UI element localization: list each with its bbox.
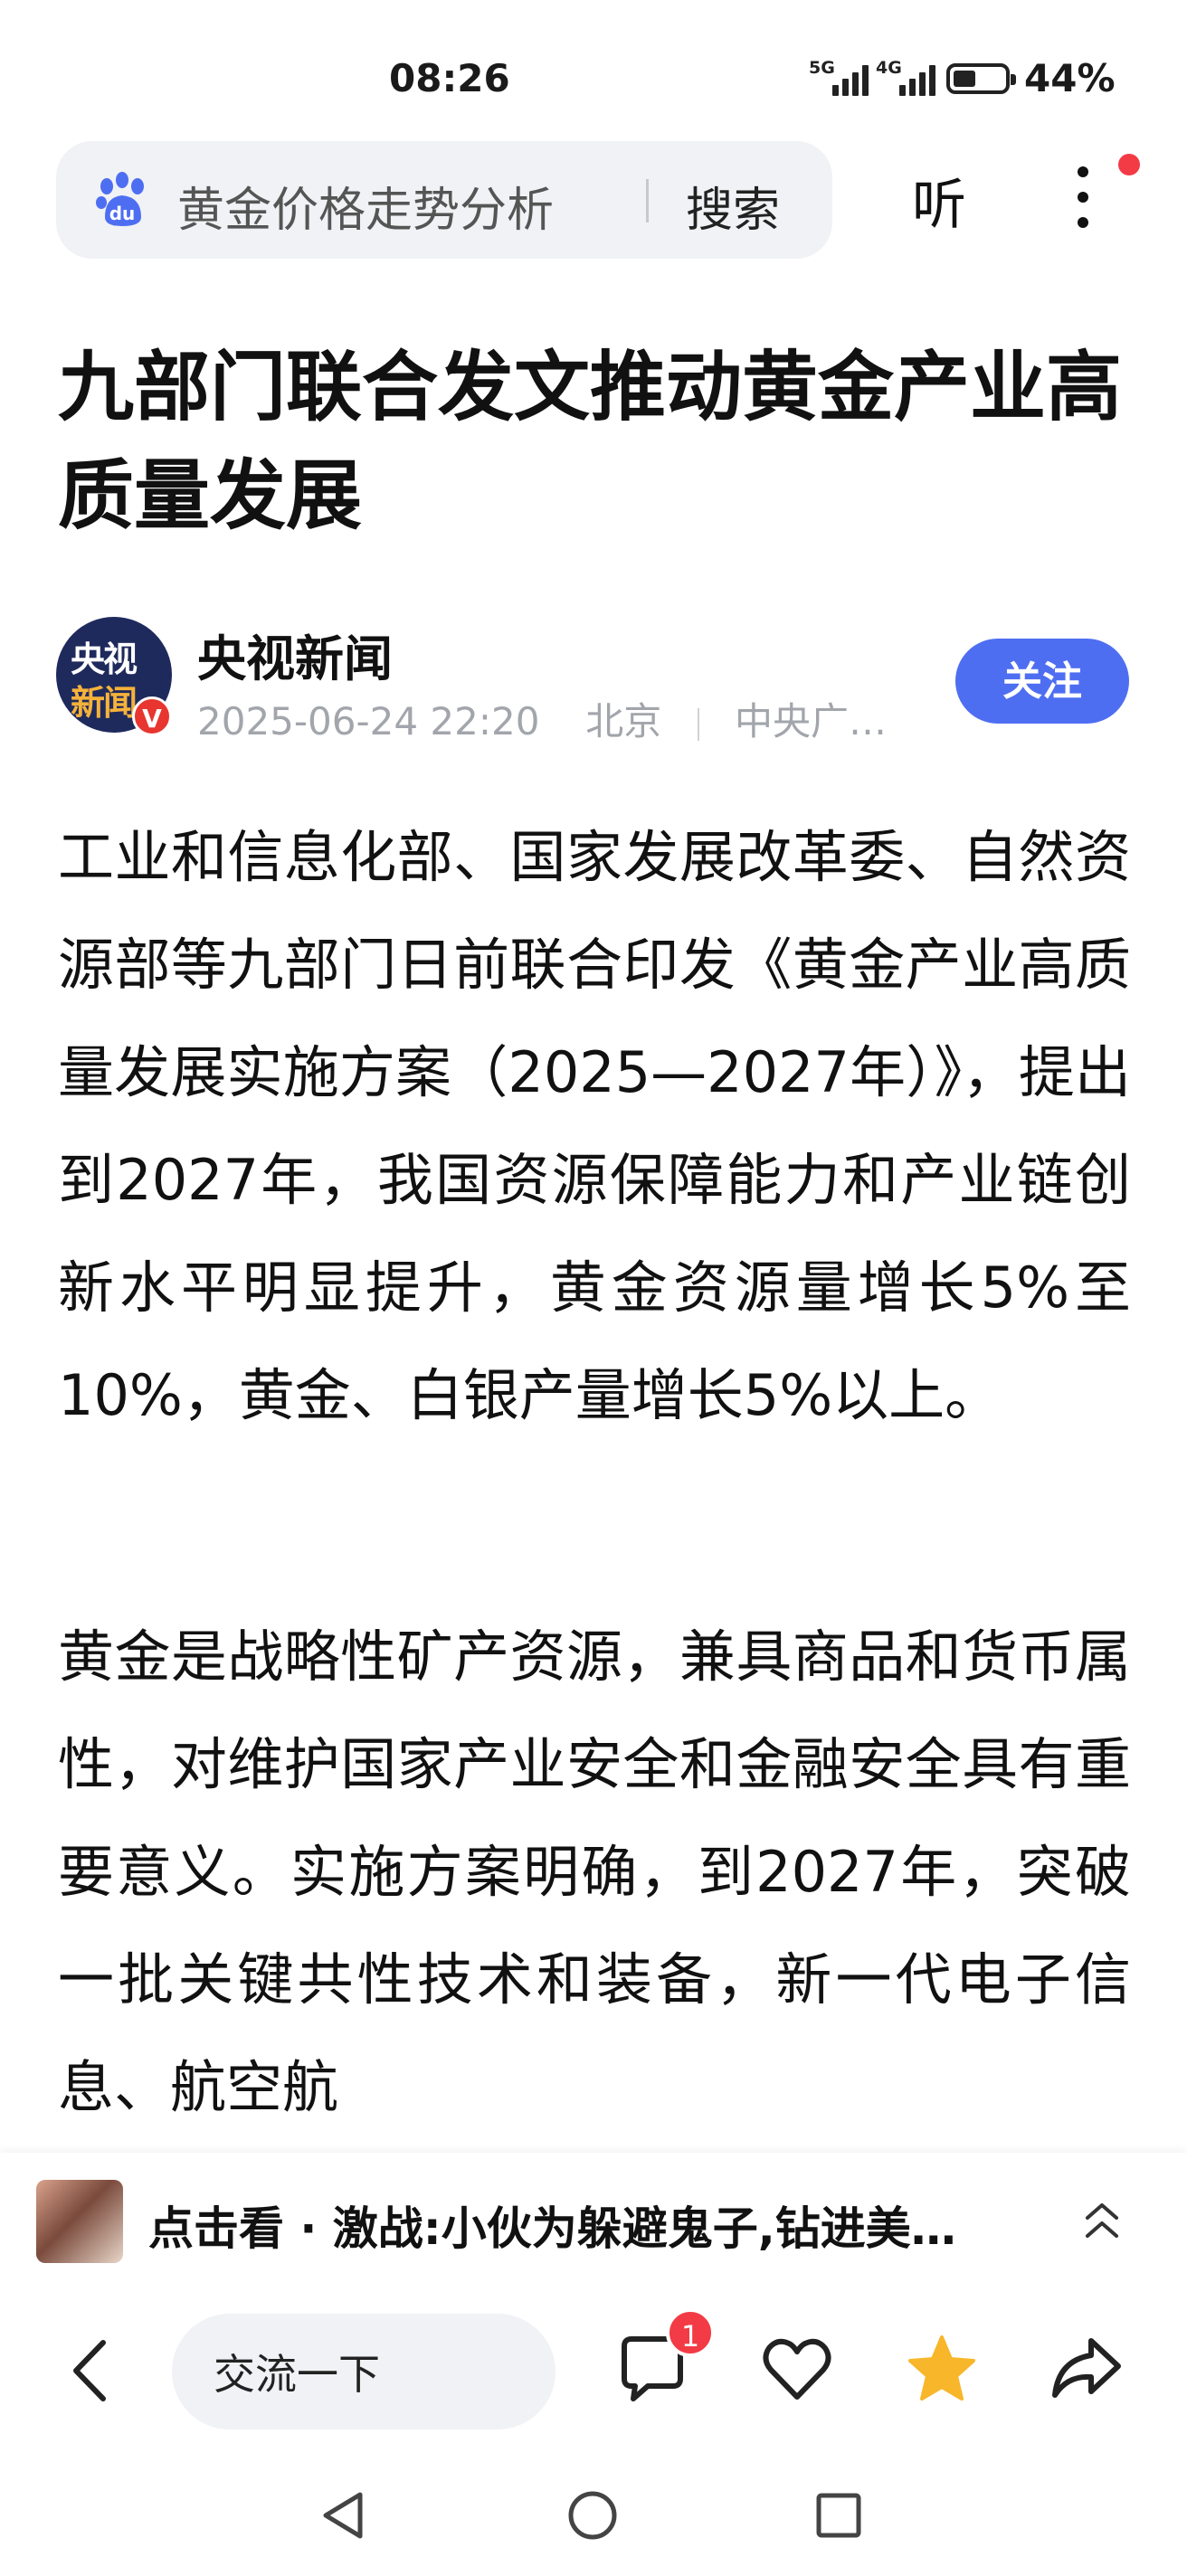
nav-back-icon[interactable] (313, 2484, 376, 2547)
chevron-up-icon[interactable] (1082, 2194, 1122, 2249)
back-arrow-icon[interactable] (58, 2330, 121, 2411)
article-paragraph: 工业和信息化部、国家发展改革委、自然资源部等九部门日前联合印发《黄金产业高质量发… (58, 824, 1131, 1428)
follow-button[interactable]: 关注 (955, 639, 1129, 724)
article-source: 中央广… (734, 699, 887, 743)
verified-badge-icon: V (132, 696, 172, 736)
publish-date: 2025-06-24 22:20 (197, 699, 540, 743)
article-meta: 2025-06-24 22:20 北京 中央广… (197, 691, 887, 746)
comment-input[interactable]: 交流一下 (172, 2314, 556, 2429)
article-paragraph: 黄金是战略性矿产资源，兼具商品和货币属性，对维护国家产业安全和金融安全具有重要意… (58, 1624, 1131, 2120)
article-title: 九部门联合发文推动黄金产业高质量发展 (58, 343, 1123, 540)
share-arrow-icon[interactable] (1046, 2328, 1127, 2410)
publish-location: 北京 (585, 699, 662, 743)
notification-dot (1118, 154, 1140, 175)
battery-percent: 44% (1024, 56, 1116, 100)
video-title[interactable]: 点击看 · 激战:小伙为躲避鬼子,钻进美… (148, 2192, 956, 2258)
favorite-star-icon[interactable] (901, 2328, 983, 2410)
nav-recents-icon[interactable] (807, 2484, 870, 2547)
search-divider (646, 179, 649, 223)
listen-button[interactable]: 听 (912, 161, 966, 240)
search-input[interactable]: 黄金价格走势分析 (177, 172, 554, 240)
battery-icon (946, 63, 1016, 94)
video-thumbnail (36, 2180, 123, 2263)
like-heart-icon[interactable] (756, 2328, 838, 2410)
bottom-action-bar: 交流一下 1 (0, 2288, 1187, 2451)
status-time: 08:26 (389, 56, 510, 100)
nav-home-icon[interactable] (561, 2484, 624, 2547)
comment-count-badge: 1 (666, 2308, 715, 2357)
search-button[interactable]: 搜索 (686, 172, 780, 240)
search-bar[interactable]: du 黄金价格走势分析 搜索 (56, 141, 832, 259)
status-bar: 08:26 5G 4G 44% (389, 56, 1116, 100)
baidu-paw-icon: du (96, 172, 144, 226)
system-navigation-bar (0, 2451, 1187, 2576)
author-name[interactable]: 央视新闻 (197, 619, 393, 690)
more-options-icon[interactable] (1068, 161, 1098, 237)
video-recommendation-bar[interactable]: 点击看 · 激战:小伙为躲避鬼子,钻进美… (0, 2153, 1187, 2288)
svg-text:du: du (109, 203, 136, 224)
